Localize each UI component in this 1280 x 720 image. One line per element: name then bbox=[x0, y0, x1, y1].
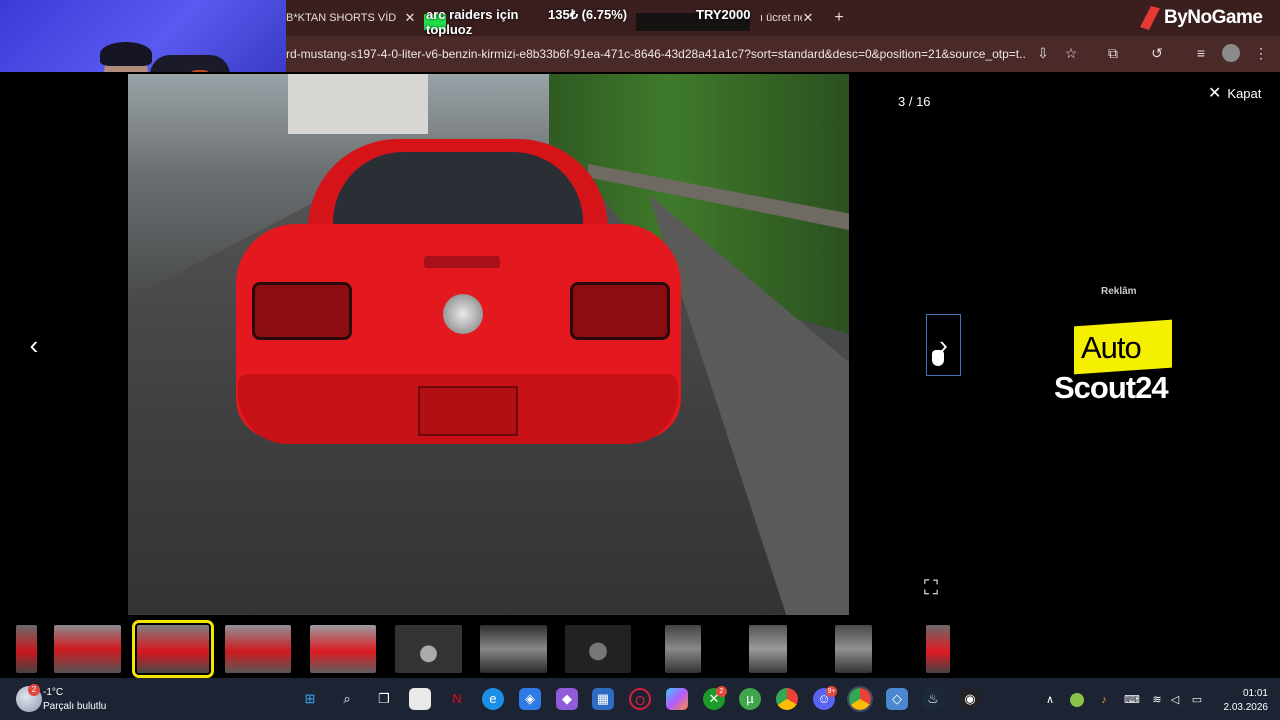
clock-time[interactable]: 01:01 bbox=[1238, 688, 1268, 700]
car-taillight-left bbox=[252, 282, 352, 340]
xbox-badge: 2 bbox=[716, 686, 727, 697]
app-diamond-icon[interactable]: ◇ bbox=[886, 688, 908, 710]
close-button[interactable]: ✕ Kapat bbox=[1208, 85, 1261, 103]
tray-expand-icon[interactable]: ∧ bbox=[1043, 693, 1057, 707]
webcam-person-hair bbox=[100, 42, 152, 66]
overlay-goal-stat: 135₺ (6.75%) bbox=[548, 7, 628, 22]
ad-brand-top[interactable]: Auto bbox=[1081, 330, 1142, 366]
car-plate bbox=[418, 386, 518, 436]
thumbnail[interactable] bbox=[565, 625, 631, 673]
chrome-icon[interactable] bbox=[776, 688, 798, 710]
ad-label: Reklâm bbox=[1101, 286, 1137, 297]
exit-fullscreen-icon[interactable]: ⛶ bbox=[918, 575, 944, 601]
notepad-icon[interactable] bbox=[409, 688, 431, 710]
overlay-tip: TRY2000 bbox=[696, 7, 751, 22]
url-field[interactable]: rd-mustang-s197-4-0-liter-v6-benzin-kirm… bbox=[286, 46, 1026, 62]
car-taillight-right bbox=[570, 282, 670, 340]
screen: B*KTAN SHORTS VİDEOLA ✕ ı ücret ne ✕ + B… bbox=[0, 0, 1280, 720]
thumbnail[interactable] bbox=[310, 625, 376, 673]
discord-badge: 9+ bbox=[826, 686, 837, 697]
battery-icon[interactable]: ▭ bbox=[1190, 693, 1204, 707]
brand-mark-icon bbox=[1140, 6, 1160, 30]
extensions-icon[interactable]: ⧉ bbox=[1102, 42, 1124, 64]
overlay-title: arc raiders için topluoz bbox=[426, 7, 519, 37]
media-control-icon[interactable]: ≡ bbox=[1190, 42, 1212, 64]
app-blue-icon[interactable]: ◈ bbox=[519, 688, 541, 710]
close-icon: ✕ bbox=[1208, 85, 1222, 102]
steam-icon[interactable]: ♨ bbox=[922, 688, 944, 710]
thumbnail[interactable] bbox=[665, 625, 701, 673]
thumbnail[interactable] bbox=[395, 625, 462, 673]
brand-name: ByNoGame bbox=[1164, 7, 1263, 28]
menu-kebab-icon[interactable]: ⋮ bbox=[1250, 42, 1272, 64]
app-purple-icon[interactable]: ◆ bbox=[556, 688, 578, 710]
thumbnail[interactable] bbox=[749, 625, 787, 673]
image-counter: 3 / 16 bbox=[898, 94, 931, 109]
tray-app-icon[interactable] bbox=[1070, 693, 1084, 707]
weather-temperature: -1°C bbox=[43, 687, 64, 698]
chrome-active-icon[interactable] bbox=[847, 686, 873, 712]
previous-image-button[interactable]: ‹ bbox=[22, 330, 46, 360]
hand-cursor-icon bbox=[932, 350, 944, 366]
microphone-icon[interactable]: ♪ bbox=[1097, 693, 1111, 707]
start-windows-icon[interactable]: ⊞ bbox=[299, 688, 321, 710]
ad-brand-bottom[interactable]: Scout24 bbox=[1054, 370, 1169, 406]
thumbnail[interactable] bbox=[225, 625, 291, 673]
keyboard-icon[interactable]: ⌨ bbox=[1124, 693, 1140, 707]
edge-icon[interactable]: e bbox=[482, 688, 504, 710]
car-spoiler bbox=[424, 256, 500, 268]
car-rear-window bbox=[333, 152, 583, 232]
thumbnail[interactable] bbox=[926, 625, 950, 673]
netflix-icon[interactable]: N bbox=[446, 688, 468, 710]
volume-icon[interactable]: ◁ bbox=[1168, 693, 1182, 707]
opera-icon[interactable]: O bbox=[629, 688, 651, 710]
new-tab-button[interactable]: + bbox=[830, 6, 848, 30]
tab-fee[interactable]: ı ücret ne bbox=[760, 6, 802, 30]
install-app-icon[interactable]: ⇩ bbox=[1032, 42, 1054, 64]
utorrent-icon[interactable]: µ bbox=[739, 688, 761, 710]
weather-badge: 2 bbox=[28, 684, 40, 696]
history-icon[interactable]: ↺ bbox=[1146, 42, 1168, 64]
thumbnail[interactable] bbox=[835, 625, 872, 673]
bynogame-logo: ByNoGame bbox=[1140, 4, 1263, 32]
clock-date[interactable]: 2.03.2026 bbox=[1218, 702, 1269, 714]
thumbnail[interactable] bbox=[54, 625, 121, 673]
photo-house bbox=[288, 74, 428, 134]
wifi-icon[interactable]: ≋ bbox=[1150, 693, 1164, 707]
next-image-button[interactable]: › bbox=[926, 314, 961, 376]
tab-shorts[interactable]: B*KTAN SHORTS VİDEOLA bbox=[286, 6, 396, 30]
task-view-icon[interactable]: ❐ bbox=[373, 688, 395, 710]
car-badge bbox=[443, 294, 483, 334]
copilot-icon[interactable] bbox=[666, 688, 688, 710]
thumbnail[interactable] bbox=[16, 625, 37, 673]
thumbnail[interactable] bbox=[480, 625, 547, 673]
store-icon[interactable]: ▦ bbox=[592, 688, 614, 710]
tab-close-icon[interactable]: ✕ bbox=[402, 6, 418, 30]
weather-condition: Parçalı bulutlu bbox=[43, 701, 107, 712]
search-icon[interactable]: ⌕ bbox=[336, 688, 358, 710]
thumbnail-active[interactable] bbox=[132, 620, 214, 678]
car-photo bbox=[128, 74, 849, 615]
tab-close-icon[interactable]: ✕ bbox=[800, 6, 816, 30]
bookmark-star-icon[interactable]: ☆ bbox=[1060, 42, 1082, 64]
thumbnail-strip bbox=[0, 620, 1280, 678]
profile-avatar[interactable] bbox=[1222, 44, 1240, 62]
close-label: Kapat bbox=[1227, 86, 1262, 101]
obs-icon[interactable]: ◉ bbox=[959, 688, 981, 710]
